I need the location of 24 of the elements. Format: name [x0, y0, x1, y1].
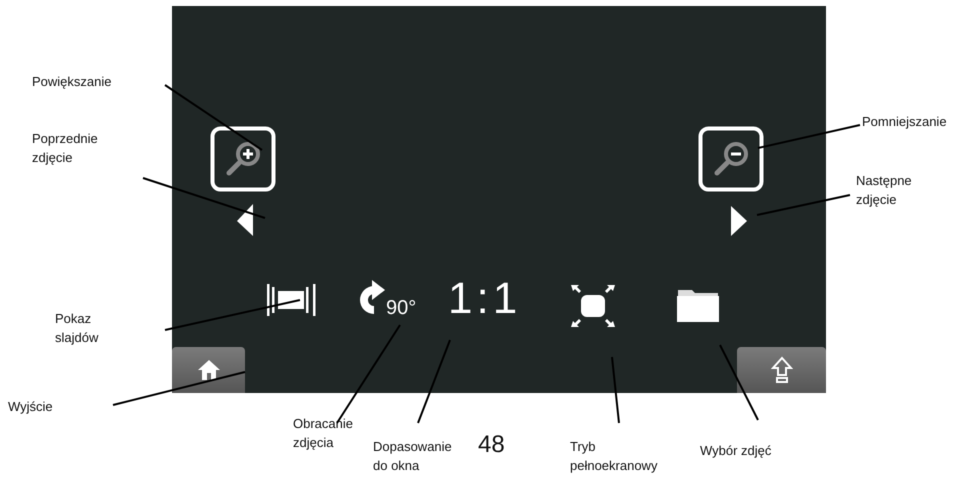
callout-label: Wybór zdjęć [700, 442, 772, 460]
callout-label: Powiększanie [32, 73, 112, 91]
home-icon [196, 359, 220, 381]
actual-size-label[interactable]: 1:1 [448, 274, 522, 324]
rotation-degrees: 90° [386, 297, 416, 320]
fullscreen-icon[interactable] [570, 284, 616, 328]
callout-label: Pomniejszanie [862, 113, 947, 131]
callout-label: Tryb pełnoekranowy [570, 438, 658, 475]
callout-label: Dopasowanie do okna [373, 438, 452, 475]
slideshow-icon[interactable] [266, 282, 318, 318]
zoom-out-icon[interactable] [698, 126, 764, 192]
callout-label: Wyjście [8, 398, 53, 416]
callout-label: Następne zdjęcie [856, 172, 912, 209]
right-arrow-icon[interactable] [730, 206, 748, 236]
page-number: 48 [478, 431, 505, 459]
callout-label: Pokaz slajdów [55, 310, 98, 347]
leader-line [611, 356, 620, 424]
callout-label: Obracanie zdjęcia [293, 415, 353, 452]
callout-label: Poprzednie zdjęcie [32, 130, 98, 167]
up-arrow-icon [770, 356, 792, 384]
up-button[interactable] [737, 347, 826, 393]
zoom-in-icon[interactable] [210, 126, 276, 192]
left-arrow-icon[interactable] [236, 204, 254, 236]
home-button[interactable] [172, 347, 245, 393]
